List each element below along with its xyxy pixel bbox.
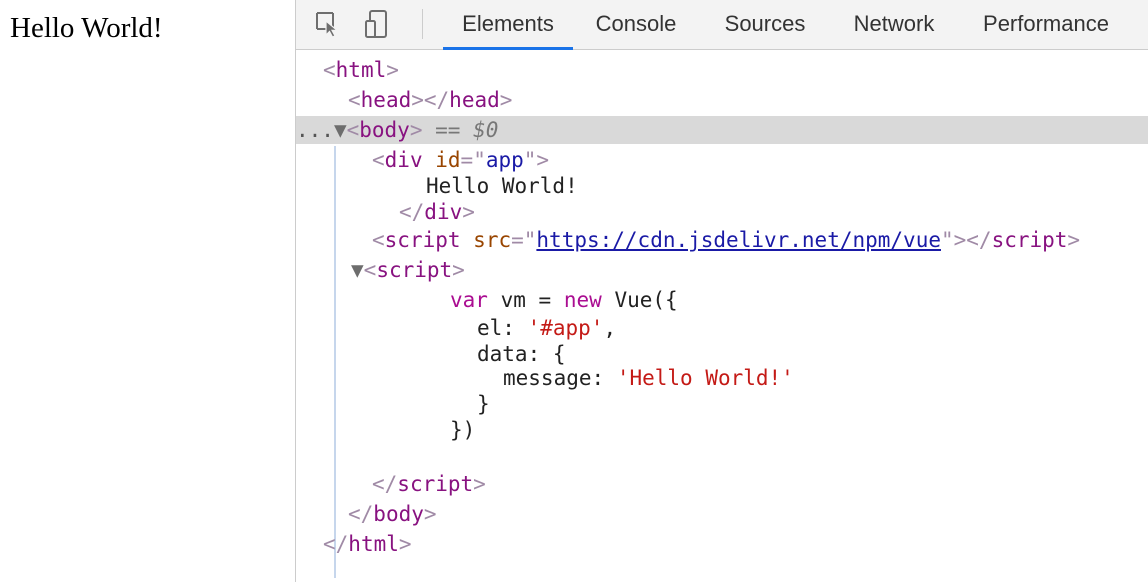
tab-sources[interactable]: Sources	[710, 0, 820, 50]
devtools-panel: Elements Console Sources Network Perform…	[295, 0, 1148, 582]
dom-node-div-close[interactable]: </div>	[399, 198, 1148, 226]
collapse-triangle-icon[interactable]: ▼	[334, 116, 347, 144]
select-element-icon[interactable]	[313, 9, 343, 39]
code-line-5: }	[477, 392, 490, 416]
dom-node-body-close[interactable]: </body>	[348, 500, 1148, 528]
devtools-toolbar: Elements Console Sources Network Perform…	[296, 0, 1148, 50]
code-line-2: el: '#app',	[477, 316, 617, 340]
dom-tree: <html> <head></head> ...▼<body> == $0 <d…	[296, 50, 1148, 582]
dom-node-head[interactable]: <head></head>	[348, 86, 1148, 114]
tab-console[interactable]: Console	[581, 0, 691, 50]
collapse-triangle-icon[interactable]: ▼	[351, 256, 364, 284]
dom-node-html[interactable]: <html>	[323, 56, 1148, 84]
dom-node-script-inline[interactable]: ▼<script>	[351, 256, 1148, 284]
script-src-link[interactable]: https://cdn.jsdelivr.net/npm/vue	[536, 228, 941, 252]
node-actions-dots[interactable]: ...	[296, 118, 334, 142]
dom-text-node[interactable]: Hello World!	[426, 172, 1148, 200]
code-line-1: var vm = new Vue({	[450, 288, 678, 312]
tab-performance[interactable]: Performance	[966, 0, 1126, 50]
tab-elements[interactable]: Elements	[443, 0, 573, 50]
tab-network[interactable]: Network	[839, 0, 949, 50]
code-line-4: message: 'Hello World!'	[503, 366, 794, 390]
selected-node-marker: == $0	[435, 118, 499, 142]
toolbar-divider	[422, 9, 423, 39]
dom-node-script-src[interactable]: <script src="https://cdn.jsdelivr.net/np…	[372, 226, 1148, 254]
dom-node-html-close[interactable]: </html>	[323, 530, 1148, 558]
dom-node-script-close[interactable]: </script>	[372, 470, 1148, 498]
device-toolbar-icon[interactable]	[362, 9, 392, 39]
indent-guide	[334, 146, 336, 578]
page-content-text: Hello World!	[10, 12, 163, 44]
dom-node-div-app[interactable]: <div id="app">	[372, 146, 1148, 174]
dom-node-body-selected[interactable]: ...▼<body> == $0	[296, 116, 1148, 144]
code-line-6: })	[450, 418, 476, 442]
page-viewport: Hello World!	[0, 0, 295, 582]
